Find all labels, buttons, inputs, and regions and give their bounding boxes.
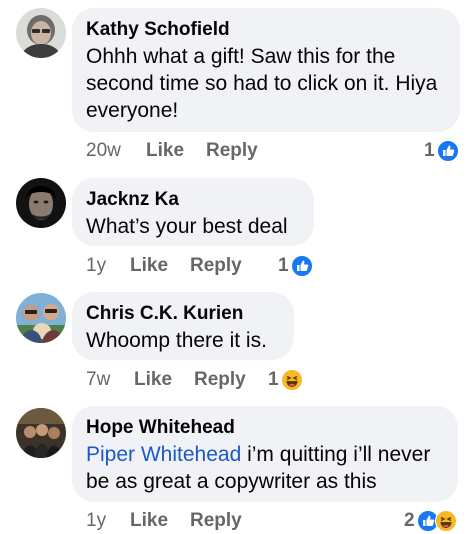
reply-button[interactable]: Reply [206,138,258,164]
avatar[interactable] [16,8,66,58]
comment-actions: 7w Like Reply 1 [86,367,326,393]
reaction-count: 1 [278,255,289,276]
like-button[interactable]: Like [134,367,172,393]
reaction-summary[interactable]: 1 [278,253,313,279]
avatar[interactable] [16,178,66,228]
reaction-summary[interactable]: 1 [424,138,459,164]
comment-actions: 1y Like Reply 1 [86,253,326,279]
author-name[interactable]: Hope Whitehead [86,415,444,441]
comment-bubble: Jacknz Ka What’s your best deal [72,178,314,246]
comment-text: Piper Whitehead i’m quitting i’ll never … [86,441,444,495]
reaction-summary[interactable]: 2 [404,508,457,534]
haha-icon [434,510,457,532]
like-icon [436,140,459,162]
like-button[interactable]: Like [146,138,184,164]
reply-button[interactable]: Reply [194,367,246,393]
timestamp[interactable]: 7w [86,367,110,393]
comment-bubble: Hope Whitehead Piper Whitehead i’m quitt… [72,406,458,502]
avatar[interactable] [16,408,66,458]
like-button[interactable]: Like [130,253,168,279]
comment-bubble: Chris C.K. Kurien Whoomp there it is. [72,292,294,360]
reaction-count: 2 [404,510,415,531]
like-icon [290,255,313,277]
comment-actions: 1y Like Reply 2 [86,508,464,534]
reaction-count: 1 [268,369,279,390]
reply-button[interactable]: Reply [190,253,242,279]
mention-link[interactable]: Piper Whitehead [86,443,241,466]
comment-bubble: Kathy Schofield Ohhh what a gift! Saw th… [72,8,460,132]
haha-icon [280,369,303,391]
author-name[interactable]: Jacknz Ka [86,187,300,213]
author-name[interactable]: Chris C.K. Kurien [86,301,280,327]
timestamp[interactable]: 1y [86,253,106,279]
comment-text: What’s your best deal [86,215,288,238]
comment-text: Whoomp there it is. [86,329,267,352]
comment-text: Ohhh what a gift! Saw this for the secon… [86,45,438,122]
timestamp[interactable]: 1y [86,508,106,534]
author-name[interactable]: Kathy Schofield [86,17,446,43]
timestamp[interactable]: 20w [86,138,121,164]
reply-button[interactable]: Reply [190,508,242,534]
reaction-count: 1 [424,140,435,161]
avatar[interactable] [16,293,66,343]
like-button[interactable]: Like [130,508,168,534]
reaction-summary[interactable]: 1 [268,367,303,393]
comment-actions: 20w Like Reply 1 [86,138,462,164]
